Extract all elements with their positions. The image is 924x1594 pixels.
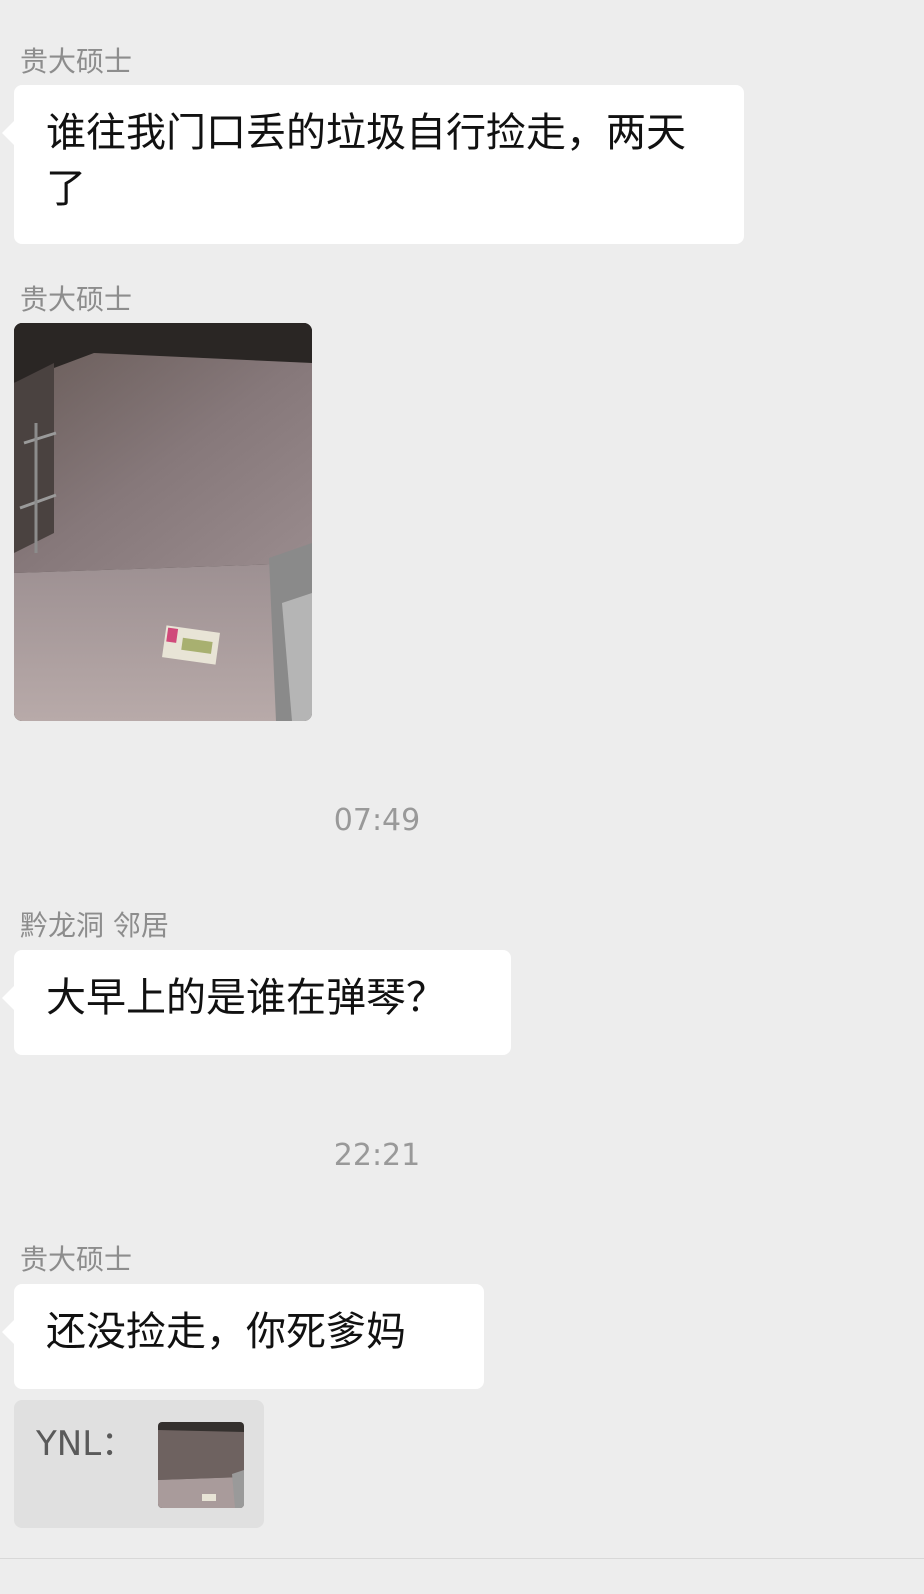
message-text: 大早上的是谁在弹琴？ — [46, 975, 446, 1021]
quote-sender-label: YNL： — [36, 1424, 136, 1464]
image-message[interactable] — [14, 323, 312, 721]
message-text: 还没捡走，你死爹妈 — [46, 1309, 406, 1355]
timestamp: 07:49 — [333, 803, 421, 838]
divider — [0, 1558, 924, 1559]
hallway-photo-thumbnail — [158, 1422, 244, 1508]
hallway-photo — [14, 323, 312, 721]
message-bubble[interactable]: 大早上的是谁在弹琴？ — [2, 950, 511, 1055]
timestamp: 22:21 — [333, 1138, 421, 1173]
message-text: 谁往我门口丢的垃圾自行捡走，两天了 — [46, 110, 686, 212]
sender-name: 贵大硕士 — [20, 1243, 133, 1276]
sender-name: 黔龙洞 邻居 — [20, 909, 169, 942]
sender-name: 贵大硕士 — [20, 283, 133, 316]
quote-image-thumbnail[interactable] — [158, 1422, 244, 1508]
sender-name: 贵大硕士 — [20, 45, 133, 78]
quoted-message[interactable]: YNL： — [14, 1400, 264, 1528]
message-bubble[interactable]: 还没捡走，你死爹妈 — [2, 1284, 484, 1389]
message-bubble[interactable]: 谁往我门口丢的垃圾自行捡走，两天了 — [2, 85, 744, 244]
